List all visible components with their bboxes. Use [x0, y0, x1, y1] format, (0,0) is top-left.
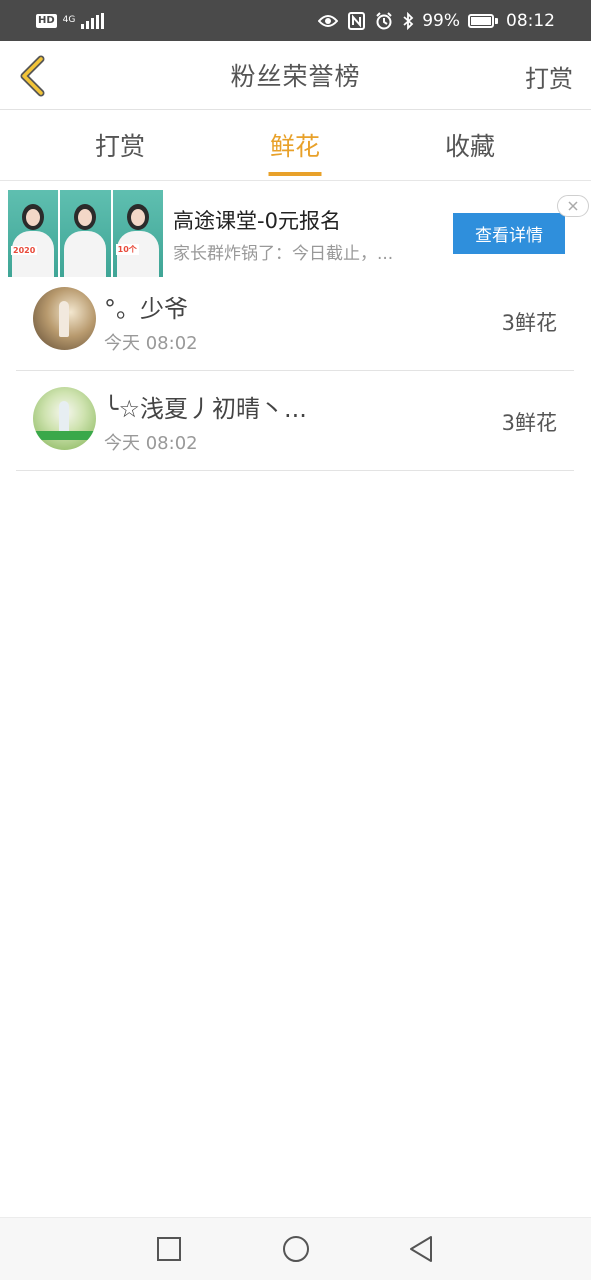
battery-icon: [468, 13, 498, 28]
network-label: 4G: [62, 15, 76, 25]
triangle-back-icon: [410, 1236, 432, 1262]
tab-reward-label: 打赏: [94, 132, 145, 161]
ad-close-button[interactable]: [557, 195, 589, 217]
avatar[interactable]: [33, 387, 96, 450]
timestamp: 今天 08:02: [104, 433, 198, 454]
ad-banner[interactable]: 2020 10个 高途课堂-0元报名 家长群炸锅了：今日截止，... 查看详情: [0, 181, 591, 285]
close-icon: [568, 201, 578, 211]
system-nav-bar: [0, 1217, 591, 1280]
ad-thumb: 2020: [8, 190, 59, 277]
ad-thumb: [60, 190, 111, 277]
timestamp: 今天 08:02: [104, 333, 198, 354]
ad-title: 高途课堂-0元报名: [173, 209, 341, 233]
home-button[interactable]: [281, 1234, 311, 1264]
clock: 08:12: [506, 10, 555, 31]
flower-count: 3鲜花: [501, 311, 557, 335]
bluetooth-icon: [402, 11, 414, 30]
tab-active-indicator: [268, 172, 322, 176]
flower-count: 3鲜花: [501, 411, 557, 435]
ad-cta-button[interactable]: 查看详情: [453, 213, 565, 254]
list-item[interactable]: °。少爷 今天 08:02 3鲜花: [16, 271, 574, 371]
ad-thumb: 10个: [112, 190, 163, 277]
page-title: 粉丝荣誉榜: [230, 62, 361, 91]
list-item[interactable]: ╰☆浅夏丿初晴丶... 今天 08:02 3鲜花: [16, 371, 574, 471]
tab-flowers[interactable]: 鲜花: [235, 110, 355, 180]
user-name: ╰☆浅夏丿初晴丶...: [104, 395, 307, 423]
hd-icon: HD: [36, 13, 57, 28]
tab-reward[interactable]: 打赏: [60, 110, 180, 180]
user-name: °。少爷: [104, 295, 188, 323]
square-icon: [157, 1237, 181, 1261]
eye-icon: [318, 12, 339, 30]
ad-thumb-tag: 2020: [11, 246, 38, 255]
tab-collect[interactable]: 收藏: [410, 110, 530, 180]
status-right: 99% 08:12: [318, 11, 555, 31]
signal-icon: [81, 12, 105, 29]
back-nav-button[interactable]: [406, 1234, 436, 1264]
ad-image: 2020 10个: [8, 190, 163, 277]
status-left: HD 4G: [36, 12, 105, 29]
reward-button[interactable]: 打赏: [525, 59, 573, 94]
flower-list: °。少爷 今天 08:02 3鲜花 ╰☆浅夏丿初晴丶... 今天 08:02 3…: [16, 271, 574, 471]
ad-thumb-tag: 10个: [115, 244, 139, 255]
tab-flowers-label: 鲜花: [269, 132, 320, 161]
nfc-icon: [346, 11, 366, 30]
status-bar: HD 4G 99% 08:12: [0, 0, 591, 41]
chevron-left-icon: [20, 55, 45, 97]
tab-bar: 打赏 鲜花 收藏: [0, 110, 591, 181]
network-type: 4G: [63, 16, 76, 25]
avatar[interactable]: [33, 287, 96, 350]
battery-percent: 99%: [422, 10, 460, 31]
alarm-icon: [374, 11, 394, 30]
circle-icon: [283, 1236, 309, 1262]
recent-apps-button[interactable]: [154, 1234, 184, 1264]
tab-collect-label: 收藏: [444, 132, 495, 161]
back-button[interactable]: [14, 53, 50, 99]
ad-description: 家长群炸锅了：今日截止，...: [173, 244, 394, 264]
top-nav-bar: 粉丝荣誉榜 打赏: [0, 41, 591, 110]
